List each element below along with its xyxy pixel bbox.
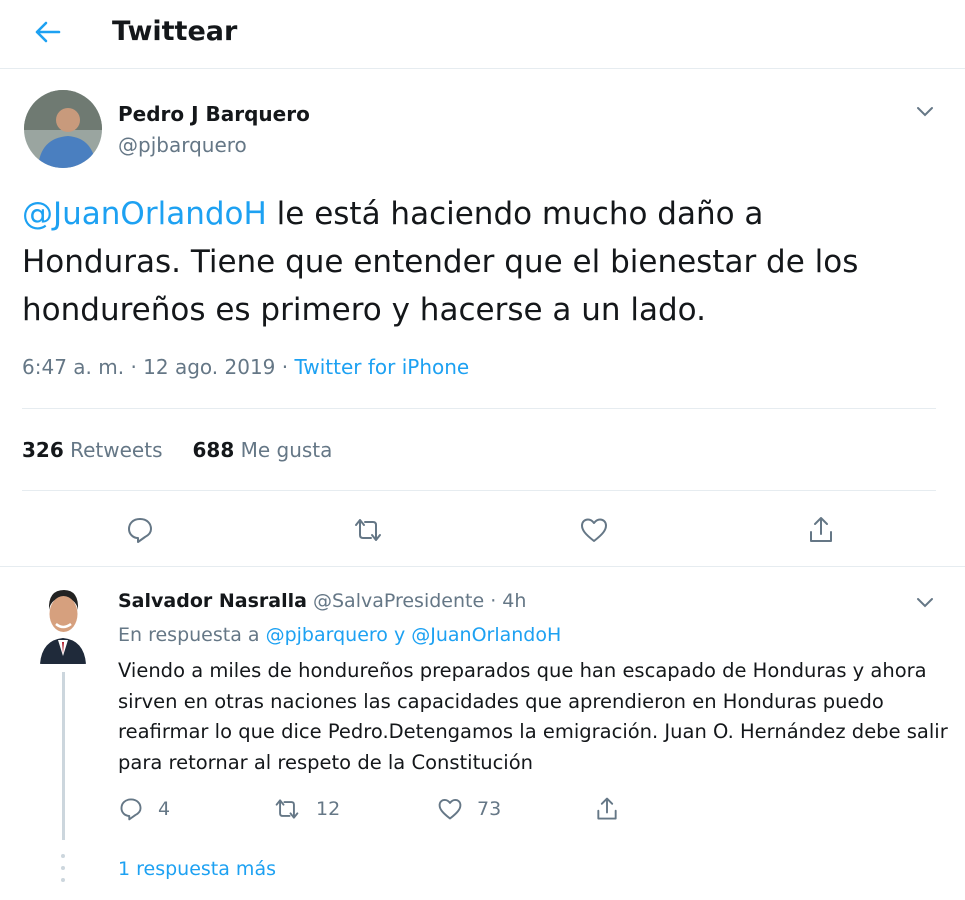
reply-author-name[interactable]: Salvador Nasralla [118, 590, 307, 612]
back-arrow-icon [34, 20, 62, 44]
reply-text: Viendo a miles de hondureños preparados … [118, 659, 948, 774]
tweet-source[interactable]: Twitter for iPhone [294, 355, 469, 379]
tweet-text: @JuanOrlandoH le está haciendo mucho dañ… [22, 190, 932, 334]
tweet-menu-button[interactable] [913, 99, 937, 123]
tweet-mention[interactable]: @JuanOrlandoH [22, 196, 267, 232]
tweet-timestamp[interactable]: 6:47 a. m. · 12 ago. 2019 · [22, 355, 294, 379]
tweet-stats: 326 Retweets 688 Me gusta [22, 438, 332, 462]
heart-icon [437, 796, 477, 822]
divider [22, 490, 936, 491]
reply-likes-count: 73 [477, 798, 502, 820]
author-name[interactable]: Pedro J Barquero [118, 102, 310, 126]
more-replies-link[interactable]: 1 respuesta más [118, 858, 276, 880]
reply-avatar[interactable] [34, 584, 92, 664]
reply-menu-button[interactable] [913, 590, 937, 614]
share-icon [594, 796, 634, 822]
thread-dots [58, 850, 68, 890]
in-reply-mentions[interactable]: @pjbarquero y @JuanOrlandoH [266, 624, 562, 646]
like-button[interactable] [576, 512, 612, 548]
share-icon [806, 515, 836, 545]
in-reply-to: En respuesta a @pjbarquero y @JuanOrland… [118, 624, 561, 646]
retweet-button[interactable] [350, 512, 386, 548]
heart-icon [579, 515, 609, 545]
author-avatar[interactable] [24, 90, 102, 168]
reply-separator [0, 566, 965, 567]
divider [22, 408, 936, 409]
reply-retweet-button[interactable]: 12 [272, 794, 340, 824]
reply-icon [118, 796, 158, 822]
author-handle[interactable]: @pjbarquero [118, 133, 247, 157]
in-reply-prefix: En respuesta a [118, 624, 266, 646]
reply-author-handle[interactable]: @SalvaPresidente · 4h [313, 590, 526, 612]
share-button[interactable] [803, 512, 839, 548]
reply-header: Salvador Nasralla @SalvaPresidente · 4h [118, 590, 526, 612]
chevron-down-icon [913, 590, 937, 614]
retweet-icon [272, 796, 316, 822]
reply-reply-button[interactable]: 4 [118, 794, 170, 824]
likes-stat[interactable]: 688 Me gusta [192, 438, 332, 462]
reply-share-button[interactable] [594, 794, 634, 824]
top-bar: Twittear [0, 0, 965, 69]
reply-button[interactable] [122, 512, 158, 548]
reply-icon [125, 515, 155, 545]
tweet-meta: 6:47 a. m. · 12 ago. 2019 · Twitter for … [22, 355, 469, 379]
thread-line [62, 672, 65, 840]
reply-replies-count: 4 [158, 798, 171, 820]
retweet-icon [352, 515, 384, 545]
retweets-stat[interactable]: 326 Retweets [22, 438, 162, 462]
back-button[interactable] [30, 14, 66, 50]
page-title: Twittear [112, 16, 238, 47]
reply-retweets-count: 12 [316, 798, 341, 820]
chevron-down-icon [913, 99, 937, 123]
reply-like-button[interactable]: 73 [437, 794, 501, 824]
